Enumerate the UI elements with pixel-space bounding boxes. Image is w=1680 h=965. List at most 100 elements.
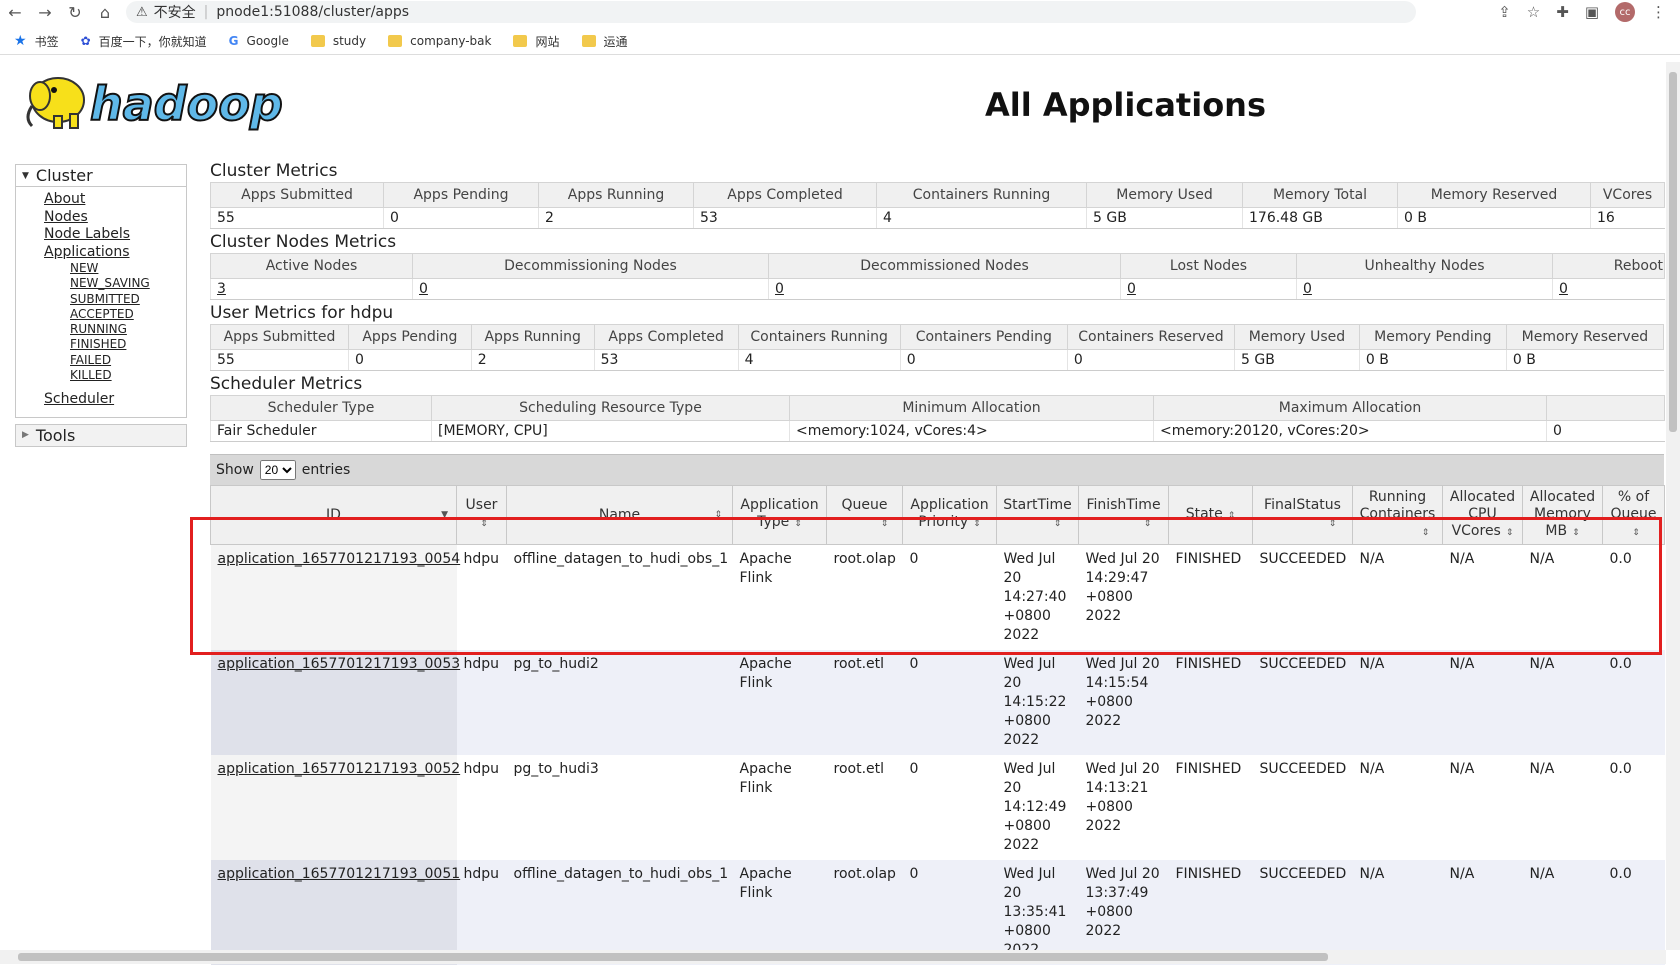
column-header <box>1546 395 1665 421</box>
cell-state: FINISHED <box>1168 544 1253 650</box>
extensions-icon[interactable]: ✚ <box>1556 3 1569 21</box>
menu-icon[interactable]: ⋮ <box>1651 3 1666 21</box>
bookmark-item[interactable]: 运通 <box>581 33 628 50</box>
column-header: Apps Pending <box>347 324 472 350</box>
bookmarks-bar: ★ 书签 ✿ 百度一下，你就知道 G Google study company-bak… <box>0 28 1680 55</box>
sidebar-app-state-running[interactable]: RUNNING <box>70 322 127 336</box>
cell-user: hdpu <box>456 544 507 650</box>
sidebar-app-state-finished[interactable]: FINISHED <box>70 337 126 351</box>
show-label: Show <box>216 462 254 478</box>
bookmark-item[interactable]: study <box>310 34 366 48</box>
sidebar-app-state-accepted[interactable]: ACCEPTED <box>70 307 134 321</box>
bookmark-item[interactable]: G Google <box>229 34 289 48</box>
star-icon: ★ <box>14 33 27 49</box>
logo-text: hadoop <box>90 77 283 131</box>
application-id-link[interactable]: application_1657701217193_0052 <box>218 761 461 777</box>
browser-toolbar: ← → ↻ ⌂ ⚠ 不安全 | pnode1:51088/cluster/app… <box>0 0 1680 24</box>
th-finalstatus[interactable]: FinalStatus ⇕ <box>1252 485 1353 545</box>
column-header: VCores <box>1590 182 1665 208</box>
sidebar-link-applications[interactable]: Applications <box>44 244 130 260</box>
scheduler-extra-value: 0 <box>1546 420 1665 442</box>
cell-finishtime: Wed Jul 20 14:29:47 +0800 2022 <box>1078 544 1169 650</box>
th-application-type[interactable]: Application Type ⇕ <box>732 485 827 545</box>
th-finishtime[interactable]: FinishTime ⇕ <box>1078 485 1169 545</box>
forward-icon[interactable]: → <box>30 3 60 22</box>
cell-app-type: Apache Flink <box>732 755 827 860</box>
column-header: Memory Pending <box>1358 324 1507 350</box>
sort-icon: ⇕ <box>973 519 981 529</box>
decommissioning-nodes-link[interactable]: 0 <box>419 281 428 297</box>
th-id[interactable]: ID ▼ <box>210 485 457 545</box>
bookmark-star-icon[interactable]: ☆ <box>1527 3 1540 21</box>
baidu-icon: ✿ <box>80 34 91 48</box>
column-header: Apps Running <box>538 182 694 208</box>
bookmark-item[interactable]: company-bak <box>388 34 491 48</box>
applications-table: ID ▼ User ⇕ Name ⇕ Application Type ⇕ Queue ⇕… <box>210 485 1665 965</box>
bookmark-item[interactable]: ✿ 百度一下，你就知道 <box>81 33 207 50</box>
sidebar-link-scheduler[interactable]: Scheduler <box>44 391 114 407</box>
cell-finalstatus: SUCCEEDED <box>1252 650 1353 755</box>
tools-section-toggle[interactable]: ▶ Tools <box>15 423 187 447</box>
lost-nodes-link[interactable]: 0 <box>1127 281 1136 297</box>
sidebar-app-state-failed[interactable]: FAILED <box>70 353 111 367</box>
application-id-link[interactable]: application_1657701217193_0051 <box>218 866 461 882</box>
scheduler-type-value: Fair Scheduler <box>210 420 432 442</box>
table-row: application_1657701217193_0053 hdpu pg_t… <box>210 650 1665 755</box>
cluster-section-toggle[interactable]: ▼ Cluster <box>16 165 186 187</box>
security-label: 不安全 <box>153 5 196 21</box>
hadoop-logo[interactable]: hadoop <box>18 66 318 138</box>
reboot-nodes-link[interactable]: 0 <box>1559 281 1568 297</box>
th-user[interactable]: User ⇕ <box>456 485 507 545</box>
cell-finishtime: Wed Jul 20 14:15:54 +0800 2022 <box>1078 650 1169 755</box>
application-id-link[interactable]: application_1657701217193_0053 <box>218 656 461 672</box>
sidebar-app-state-new-saving[interactable]: NEW_SAVING <box>70 276 150 290</box>
bookmark-item[interactable]: ★ 书签 <box>14 33 59 50</box>
unhealthy-nodes-link[interactable]: 0 <box>1303 281 1312 297</box>
back-icon[interactable]: ← <box>0 3 30 22</box>
cell-queue: root.etl <box>826 650 903 755</box>
decommissioned-nodes-link[interactable]: 0 <box>775 281 784 297</box>
horizontal-scrollbar[interactable] <box>0 950 1666 964</box>
th-name[interactable]: Name ⇕ <box>506 485 733 545</box>
application-id-link[interactable]: application_1657701217193_0054 <box>218 551 461 567</box>
th-application-priority[interactable]: Application Priority ⇕ <box>902 485 997 545</box>
table-row: application_1657701217193_0054 hdpu offl… <box>210 544 1665 650</box>
sidebar-link-nodes[interactable]: Nodes <box>44 209 88 225</box>
address-bar[interactable]: ⚠ 不安全 | pnode1:51088/cluster/apps <box>126 1 1416 23</box>
th-allocated-cpu-vcores[interactable]: Allocated CPU VCores ⇕ <box>1442 485 1523 545</box>
vertical-scrollbar[interactable] <box>1666 62 1680 950</box>
entries-label: entries <box>301 462 351 478</box>
sidebar: ▼ Cluster About Nodes Node Labels Applic… <box>15 164 187 447</box>
cell-allocated-memory: N/A <box>1522 544 1603 650</box>
sidebar-app-state-killed[interactable]: KILLED <box>70 368 112 382</box>
th-starttime[interactable]: StartTime ⇕ <box>996 485 1079 545</box>
vertical-scroll-thumb[interactable] <box>1669 72 1677 432</box>
sidebar-app-state-new[interactable]: NEW <box>70 261 98 275</box>
th-running-containers[interactable]: Running Containers ⇕ <box>1352 485 1443 545</box>
th-allocated-memory-mb[interactable]: Allocated Memory MB ⇕ <box>1522 485 1603 545</box>
sidebar-link-node-labels[interactable]: Node Labels <box>44 226 130 242</box>
scheduler-metrics-table: Scheduler Type Scheduling Resource Type … <box>210 395 1665 442</box>
sort-icon: ⇕ <box>1505 527 1514 538</box>
th-state[interactable]: State ⇕ <box>1168 485 1253 545</box>
column-header: Memory Reserved <box>1397 182 1591 208</box>
sidebar-link-about[interactable]: About <box>44 191 85 207</box>
sidepanel-icon[interactable]: ▣ <box>1585 3 1599 21</box>
metric-value: 0 <box>383 207 539 229</box>
column-header: Apps Submitted <box>210 324 349 350</box>
reload-icon[interactable]: ↻ <box>60 3 90 22</box>
share-icon[interactable]: ⇪ <box>1498 3 1511 21</box>
horizontal-scroll-thumb[interactable] <box>18 953 1328 961</box>
th-percent-of-queue[interactable]: % of Queue ⇕ <box>1602 485 1665 545</box>
sort-icon: ⇕ <box>1328 519 1337 529</box>
page-size-select[interactable]: 20 <box>259 460 296 480</box>
th-queue[interactable]: Queue ⇕ <box>826 485 903 545</box>
active-nodes-link[interactable]: 3 <box>217 281 226 297</box>
profile-avatar[interactable]: cc <box>1615 2 1635 22</box>
cluster-nodes-metrics-title: Cluster Nodes Metrics <box>210 232 397 252</box>
table-row: application_1657701217193_0052 hdpu pg_t… <box>210 755 1665 860</box>
sidebar-app-state-submitted[interactable]: SUBMITTED <box>70 292 140 306</box>
metric-value: 0 B <box>1505 349 1664 371</box>
home-icon[interactable]: ⌂ <box>90 3 120 22</box>
bookmark-item[interactable]: 网站 <box>513 33 560 50</box>
